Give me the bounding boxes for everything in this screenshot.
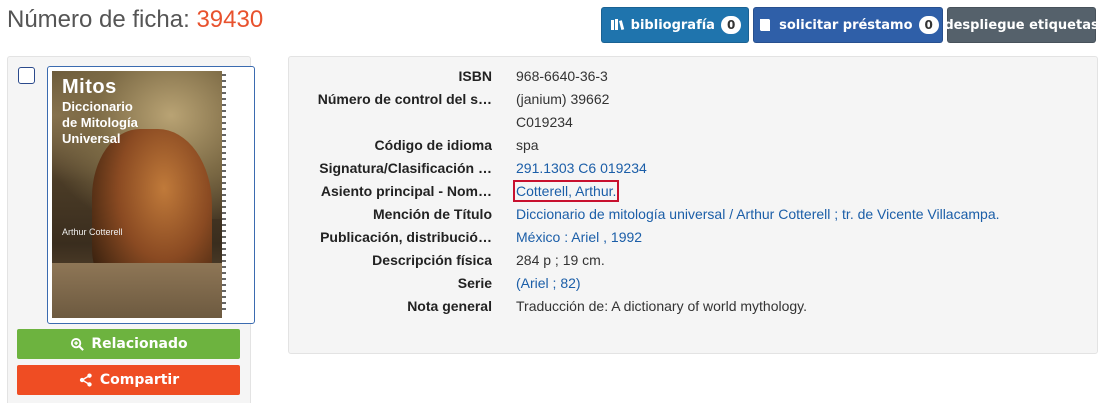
field-label-general-note: Nota general <box>407 298 492 314</box>
page-title: Número de ficha: 39430 <box>7 6 263 34</box>
cover-spiral-binding <box>222 74 226 314</box>
record-number: 39430 <box>196 6 264 33</box>
zoom-in-icon <box>69 336 85 352</box>
field-label-call-number: Signatura/Clasificación … <box>319 160 492 176</box>
solicitar-prestamo-label: solicitar préstamo <box>779 17 913 33</box>
field-value-control-number: (janium) 39662 <box>516 91 610 107</box>
compartir-label: Compartir <box>99 372 180 388</box>
bibliografia-count-badge: 0 <box>720 16 742 34</box>
share-icon <box>78 372 94 388</box>
field-value-language: spa <box>516 137 539 153</box>
field-label-physical-description: Descripción física <box>372 252 492 268</box>
solicitar-count-badge: 0 <box>918 16 939 34</box>
relacionado-button[interactable]: Relacionado <box>17 329 240 359</box>
cover-title: Mitos Diccionario de Mitología Universal <box>62 77 138 145</box>
cover-subtitle-line-1: Diccionario <box>62 99 133 114</box>
field-value-general-note: Traducción de: A dictionary of world myt… <box>516 298 808 314</box>
field-label-isbn: ISBN <box>458 68 492 84</box>
field-label-main-entry: Asiento principal - Nom… <box>320 183 492 199</box>
field-value-title-link[interactable]: Diccionario de mitología universal / Art… <box>516 206 1000 222</box>
field-label-series: Serie <box>457 275 492 291</box>
field-label-control-number: Número de control del s… <box>317 91 492 107</box>
cover-subtitle-line-2: de Mitología <box>62 115 138 130</box>
cover-author: Arthur Cotterell <box>62 227 123 237</box>
field-value-series-link[interactable]: (Ariel ; 82) <box>516 275 581 291</box>
field-value-control-number-2: C019234 <box>516 114 573 130</box>
bibliografia-button[interactable]: bibliografía 0 <box>601 7 749 43</box>
field-label-language: Código de idioma <box>374 137 492 153</box>
compartir-button[interactable]: Compartir <box>17 365 240 395</box>
field-value-author-link[interactable]: Cotterell, Arthur. <box>512 180 620 202</box>
books-icon <box>609 17 625 33</box>
field-label-publication: Publicación, distribució… <box>320 229 492 245</box>
cover-title-main: Mitos <box>62 76 117 98</box>
field-value-call-number-link[interactable]: 291.1303 C6 019234 <box>516 160 647 176</box>
select-record-checkbox[interactable] <box>18 67 35 84</box>
cover-subtitle-line-3: Universal <box>62 131 121 146</box>
despliegue-etiquetas-label: despliegue etiquetas <box>944 17 1099 33</box>
field-label-title-statement: Mención de Título <box>373 206 492 222</box>
field-value-publication-link[interactable]: México : Ariel , 1992 <box>516 229 642 245</box>
page-title-label: Número de ficha: <box>7 6 190 33</box>
solicitar-prestamo-button[interactable]: solicitar préstamo 0 <box>753 7 943 43</box>
despliegue-etiquetas-button[interactable]: despliegue etiquetas <box>944 7 1099 43</box>
book-icon <box>757 17 773 33</box>
relacionado-label: Relacionado <box>91 336 188 352</box>
field-value-physical-description: 284 p ; 19 cm. <box>516 252 605 268</box>
field-value-isbn: 968-6640-36-3 <box>516 68 608 84</box>
book-cover-image: Mitos Diccionario de Mitología Universal… <box>52 71 222 318</box>
bibliografia-label: bibliografía <box>630 17 715 33</box>
cover-ledge <box>52 263 222 318</box>
